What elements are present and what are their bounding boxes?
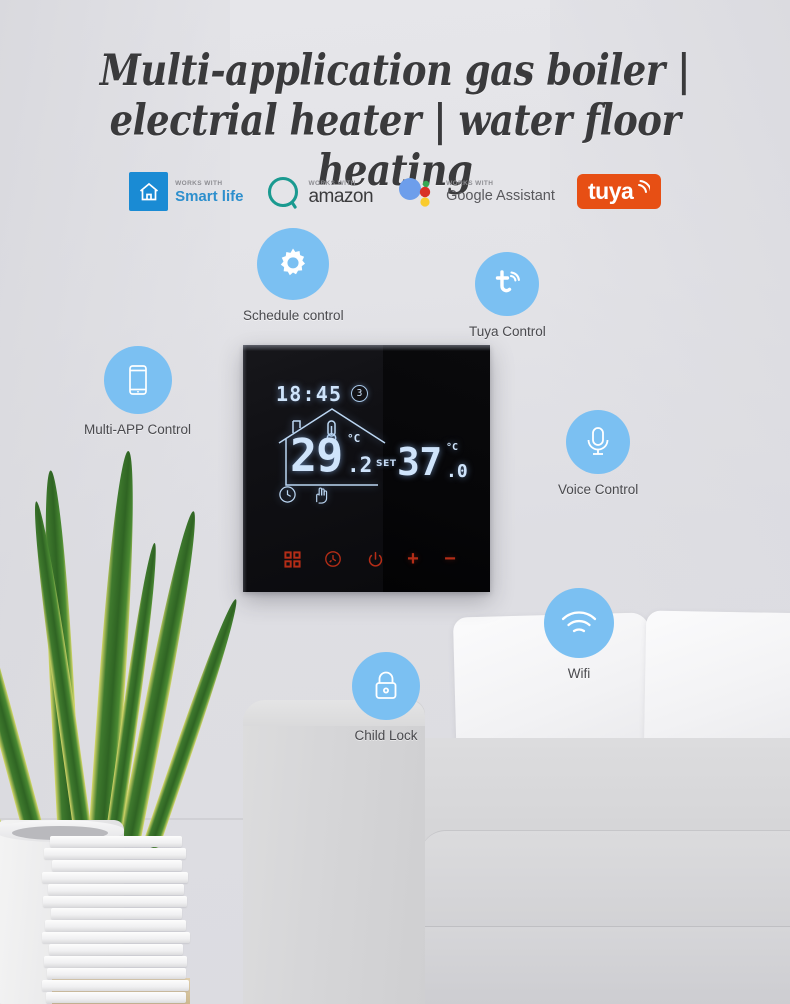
child-lock-bubble[interactable] (352, 652, 420, 720)
google-works-with: WORKS WITH (446, 179, 494, 187)
lcd-mode-indicators (278, 485, 330, 504)
smart-life-texts: WORKS WITH Smart life (175, 179, 243, 205)
headline-line-1: Multi-application gas boiler | (99, 46, 691, 96)
feature-voice-control[interactable]: Voice Control (558, 410, 638, 497)
amazon-texts: WORKS WITH amazon (308, 179, 374, 207)
menu-button[interactable] (275, 541, 309, 577)
power-button[interactable] (358, 541, 392, 577)
timer-clock-icon (325, 551, 341, 567)
smart-thermostat-device[interactable]: 18:45 3 29 °C .2 SET 37 °C .0 + − (243, 345, 490, 592)
lcd-set-temp-decimal: .0 (446, 461, 468, 482)
minus-icon: − (444, 548, 456, 570)
badge-tuya-logo: tuya (576, 174, 661, 209)
padlock-icon (375, 671, 397, 699)
lcd-set-temp-unit: °C (446, 442, 459, 453)
smart-life-house-icon (129, 172, 169, 211)
wifi-label: Wifi (567, 666, 591, 681)
compatibility-badge-row: WORKS WITH Smart life WORKS WITH amazon … (0, 172, 790, 211)
google-brand: Google Assistant (446, 187, 555, 204)
smartphone-icon (128, 365, 147, 395)
wifi-bubble[interactable] (544, 588, 614, 658)
multi-app-bubble[interactable] (103, 346, 172, 414)
amazon-brand: amazon (308, 185, 374, 207)
wifi-icon (561, 611, 597, 633)
alexa-ring-icon (268, 176, 299, 209)
clock-icon (279, 486, 296, 503)
book-stack (42, 836, 192, 1004)
smart-life-brand: Smart life (175, 187, 244, 205)
multi-app-label: Multi-APP Control (84, 422, 192, 437)
sofa-seat-cushion (420, 830, 790, 926)
lcd-set-temperature: 37 (397, 440, 442, 484)
thermostat-touch-button-row: + − (243, 541, 490, 577)
google-texts: WORKS WITH Google Assistant (446, 179, 555, 205)
gear-icon (281, 248, 306, 276)
tuya-logo-icon: tuya (588, 178, 650, 204)
timer-button[interactable] (316, 541, 350, 577)
lcd-current-temp-unit: °C (347, 432, 361, 445)
voice-bubble[interactable] (566, 410, 631, 474)
increase-button[interactable]: + (396, 541, 430, 577)
svg-text:tuya: tuya (588, 178, 634, 204)
tuya-t-signal-icon (496, 270, 521, 293)
tuya-control-label: Tuya Control (469, 324, 546, 339)
hand-icon (316, 487, 328, 504)
feature-multi-app-control[interactable]: Multi-APP Control (84, 346, 191, 437)
lcd-set-label: SET (376, 459, 397, 469)
sofa-arm (243, 700, 425, 1004)
lcd-current-temperature: 29 (290, 429, 343, 482)
plus-icon: + (407, 548, 419, 570)
feature-child-lock[interactable]: Child Lock (352, 652, 420, 743)
lcd-clock-time: 18:45 (276, 382, 343, 406)
decrease-button[interactable]: − (433, 541, 467, 577)
grid-icon (283, 550, 301, 568)
child-lock-label: Child Lock (354, 728, 418, 743)
schedule-bubble[interactable] (257, 228, 330, 300)
voice-control-label: Voice Control (558, 482, 639, 497)
badge-google-assistant: WORKS WITH Google Assistant (395, 175, 555, 209)
smart-life-works-with: WORKS WITH (175, 179, 223, 187)
badge-smart-life: WORKS WITH Smart life (129, 172, 243, 211)
sofa-base (420, 926, 790, 1004)
lcd-current-temp-decimal: .2 (347, 453, 373, 477)
power-icon (368, 551, 382, 567)
schedule-label: Schedule control (243, 308, 344, 323)
feature-schedule-control[interactable]: Schedule control (243, 228, 344, 323)
google-assistant-dots-icon (399, 177, 431, 207)
feature-wifi[interactable]: Wifi (544, 588, 614, 681)
tuya-bubble[interactable] (475, 252, 540, 316)
feature-tuya-control[interactable]: Tuya Control (469, 252, 546, 339)
badge-amazon-alexa: WORKS WITH amazon (265, 174, 374, 210)
lcd-day-indicator: 3 (351, 385, 368, 402)
microphone-icon (587, 427, 609, 455)
